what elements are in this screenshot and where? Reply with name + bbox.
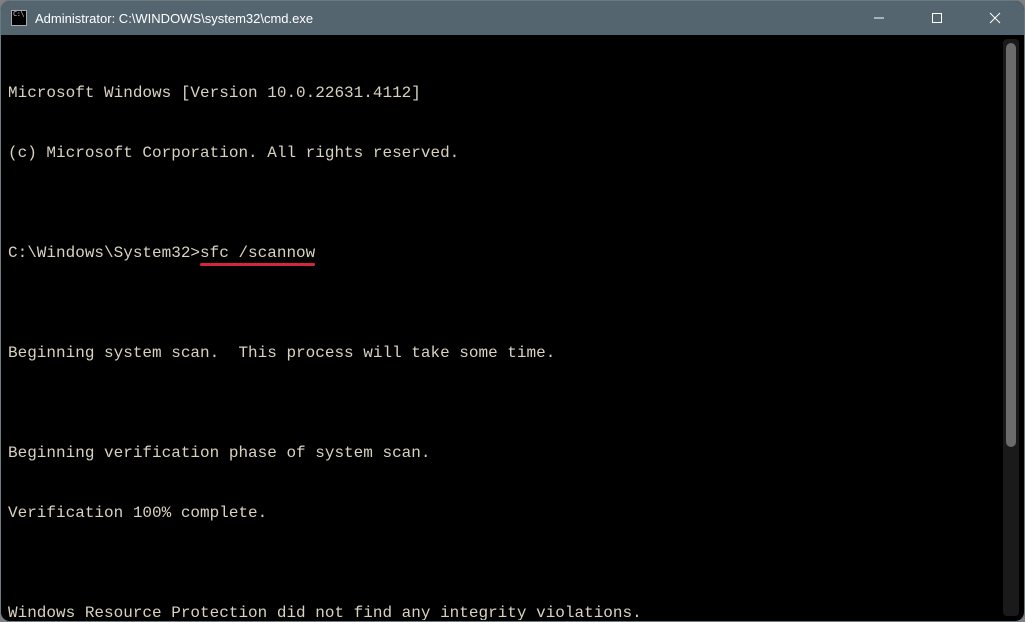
output-line: Windows Resource Protection did not find… xyxy=(8,603,997,620)
close-icon xyxy=(989,12,1001,24)
prompt-path: C:\Windows\System32> xyxy=(8,244,200,262)
client-area: Microsoft Windows [Version 10.0.22631.41… xyxy=(2,35,1023,620)
output-line: Beginning system scan. This process will… xyxy=(8,343,997,363)
output-line: Microsoft Windows [Version 10.0.22631.41… xyxy=(8,83,997,103)
close-button[interactable] xyxy=(966,1,1024,35)
maximize-button[interactable] xyxy=(908,1,966,35)
output-line: Verification 100% complete. xyxy=(8,503,997,523)
terminal-output[interactable]: Microsoft Windows [Version 10.0.22631.41… xyxy=(2,35,1003,620)
window-title: Administrator: C:\WINDOWS\system32\cmd.e… xyxy=(35,11,313,26)
vertical-scrollbar[interactable] xyxy=(1003,39,1019,616)
scrollbar-thumb[interactable] xyxy=(1006,43,1016,447)
titlebar[interactable]: Administrator: C:\WINDOWS\system32\cmd.e… xyxy=(1,1,1024,35)
maximize-icon xyxy=(931,12,943,24)
typed-command: sfc /scannow xyxy=(200,244,315,262)
output-line: (c) Microsoft Corporation. All rights re… xyxy=(8,143,997,163)
minimize-button[interactable] xyxy=(850,1,908,35)
cmd-window: Administrator: C:\WINDOWS\system32\cmd.e… xyxy=(0,0,1025,622)
output-line: Beginning verification phase of system s… xyxy=(8,443,997,463)
prompt-line: C:\Windows\System32>sfc /scannow xyxy=(8,243,997,263)
cmd-icon xyxy=(11,10,27,26)
minimize-icon xyxy=(873,12,885,24)
annotation-underline xyxy=(200,263,315,266)
window-controls xyxy=(850,1,1024,35)
